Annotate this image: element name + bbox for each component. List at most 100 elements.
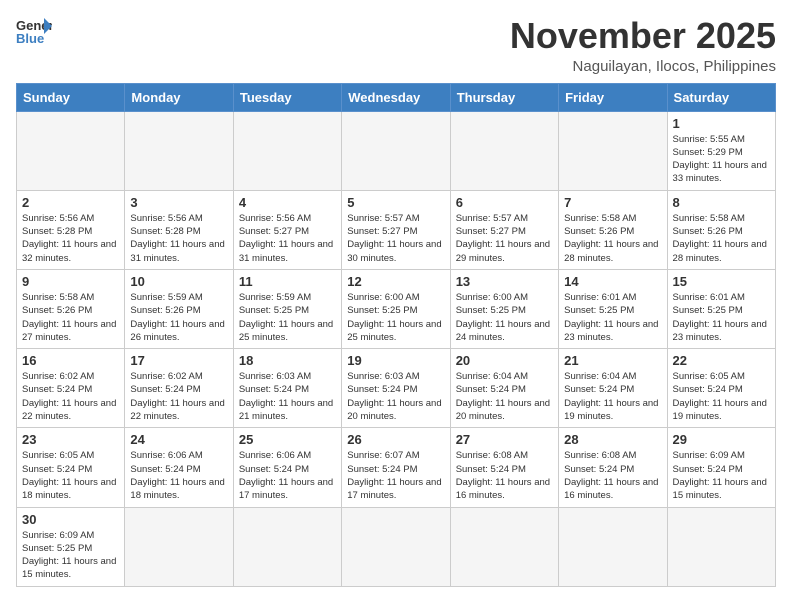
calendar: SundayMondayTuesdayWednesdayThursdayFrid… bbox=[16, 83, 776, 587]
calendar-cell bbox=[667, 507, 775, 586]
month-title: November 2025 bbox=[510, 16, 776, 56]
day-number: 9 bbox=[22, 274, 119, 289]
day-number: 10 bbox=[130, 274, 227, 289]
day-info: Sunrise: 5:56 AMSunset: 5:28 PMDaylight:… bbox=[22, 212, 119, 265]
calendar-cell bbox=[233, 111, 341, 190]
day-number: 15 bbox=[673, 274, 770, 289]
week-row-2: 9 Sunrise: 5:58 AMSunset: 5:26 PMDaylight… bbox=[17, 269, 776, 348]
day-number: 29 bbox=[673, 432, 770, 447]
day-info: Sunrise: 5:59 AMSunset: 5:26 PMDaylight:… bbox=[130, 291, 227, 344]
day-number: 30 bbox=[22, 512, 119, 527]
calendar-cell: 30 Sunrise: 6:09 AMSunset: 5:25 PMDayligh… bbox=[17, 507, 125, 586]
calendar-cell: 6 Sunrise: 5:57 AMSunset: 5:27 PMDaylight… bbox=[450, 190, 558, 269]
day-number: 23 bbox=[22, 432, 119, 447]
calendar-cell: 28Sunrise: 6:08 AMSunset: 5:24 PMDayligh… bbox=[559, 428, 667, 507]
day-number: 24 bbox=[130, 432, 227, 447]
calendar-cell: 11 Sunrise: 5:59 AMSunset: 5:25 PMDayligh… bbox=[233, 269, 341, 348]
svg-text:Blue: Blue bbox=[16, 31, 44, 46]
day-number: 2 bbox=[22, 195, 119, 210]
day-number: 27 bbox=[456, 432, 553, 447]
calendar-cell: 10 Sunrise: 5:59 AMSunset: 5:26 PMDayligh… bbox=[125, 269, 233, 348]
day-number: 5 bbox=[347, 195, 444, 210]
title-section: November 2025 Naguilayan, Ilocos, Philip… bbox=[510, 16, 776, 75]
calendar-cell: 2 Sunrise: 5:56 AMSunset: 5:28 PMDaylight… bbox=[17, 190, 125, 269]
day-info: Sunrise: 6:01 AMSunset: 5:25 PMDaylight:… bbox=[673, 291, 770, 344]
day-info: Sunrise: 6:00 AMSunset: 5:25 PMDaylight:… bbox=[456, 291, 553, 344]
day-number: 19 bbox=[347, 353, 444, 368]
day-info: Sunrise: 6:02 AMSunset: 5:24 PMDaylight:… bbox=[130, 370, 227, 423]
weekday-header-saturday: Saturday bbox=[667, 83, 775, 111]
week-row-5: 30 Sunrise: 6:09 AMSunset: 5:25 PMDayligh… bbox=[17, 507, 776, 586]
day-number: 3 bbox=[130, 195, 227, 210]
day-number: 6 bbox=[456, 195, 553, 210]
calendar-cell: 17 Sunrise: 6:02 AMSunset: 5:24 PMDayligh… bbox=[125, 349, 233, 428]
day-number: 25 bbox=[239, 432, 336, 447]
day-info: Sunrise: 5:56 AMSunset: 5:28 PMDaylight:… bbox=[130, 212, 227, 265]
weekday-header-sunday: Sunday bbox=[17, 83, 125, 111]
calendar-cell: 21Sunrise: 6:04 AMSunset: 5:24 PMDayligh… bbox=[559, 349, 667, 428]
day-info: Sunrise: 6:04 AMSunset: 5:24 PMDaylight:… bbox=[564, 370, 661, 423]
day-number: 14 bbox=[564, 274, 661, 289]
calendar-cell: 25Sunrise: 6:06 AMSunset: 5:24 PMDayligh… bbox=[233, 428, 341, 507]
calendar-cell: 27 Sunrise: 6:08 AMSunset: 5:24 PMDayligh… bbox=[450, 428, 558, 507]
day-number: 11 bbox=[239, 274, 336, 289]
day-number: 20 bbox=[456, 353, 553, 368]
day-info: Sunrise: 6:05 AMSunset: 5:24 PMDaylight:… bbox=[673, 370, 770, 423]
day-number: 1 bbox=[673, 116, 770, 131]
day-info: Sunrise: 5:58 AMSunset: 5:26 PMDaylight:… bbox=[673, 212, 770, 265]
weekday-header-row: SundayMondayTuesdayWednesdayThursdayFrid… bbox=[17, 83, 776, 111]
day-info: Sunrise: 6:08 AMSunset: 5:24 PMDaylight:… bbox=[456, 449, 553, 502]
header: General Blue November 2025 Naguilayan, I… bbox=[16, 16, 776, 75]
calendar-cell bbox=[233, 507, 341, 586]
day-number: 8 bbox=[673, 195, 770, 210]
calendar-cell: 4Sunrise: 5:56 AMSunset: 5:27 PMDaylight… bbox=[233, 190, 341, 269]
calendar-cell bbox=[450, 507, 558, 586]
day-number: 4 bbox=[239, 195, 336, 210]
weekday-header-thursday: Thursday bbox=[450, 83, 558, 111]
week-row-4: 23 Sunrise: 6:05 AMSunset: 5:24 PMDayligh… bbox=[17, 428, 776, 507]
calendar-cell bbox=[559, 507, 667, 586]
calendar-cell: 1 Sunrise: 5:55 AMSunset: 5:29 PMDaylight… bbox=[667, 111, 775, 190]
day-info: Sunrise: 6:09 AMSunset: 5:25 PMDaylight:… bbox=[22, 529, 119, 582]
calendar-cell: 24 Sunrise: 6:06 AMSunset: 5:24 PMDayligh… bbox=[125, 428, 233, 507]
calendar-cell bbox=[450, 111, 558, 190]
day-info: Sunrise: 5:59 AMSunset: 5:25 PMDaylight:… bbox=[239, 291, 336, 344]
calendar-cell: 14Sunrise: 6:01 AMSunset: 5:25 PMDayligh… bbox=[559, 269, 667, 348]
day-number: 22 bbox=[673, 353, 770, 368]
logo-icon: General Blue bbox=[16, 16, 52, 46]
day-info: Sunrise: 6:02 AMSunset: 5:24 PMDaylight:… bbox=[22, 370, 119, 423]
calendar-cell: 12Sunrise: 6:00 AMSunset: 5:25 PMDayligh… bbox=[342, 269, 450, 348]
calendar-cell: 18Sunrise: 6:03 AMSunset: 5:24 PMDayligh… bbox=[233, 349, 341, 428]
calendar-cell: 19 Sunrise: 6:03 AMSunset: 5:24 PMDayligh… bbox=[342, 349, 450, 428]
calendar-cell: 23 Sunrise: 6:05 AMSunset: 5:24 PMDayligh… bbox=[17, 428, 125, 507]
day-info: Sunrise: 6:05 AMSunset: 5:24 PMDaylight:… bbox=[22, 449, 119, 502]
calendar-cell: 7 Sunrise: 5:58 AMSunset: 5:26 PMDaylight… bbox=[559, 190, 667, 269]
day-info: Sunrise: 6:03 AMSunset: 5:24 PMDaylight:… bbox=[347, 370, 444, 423]
day-info: Sunrise: 6:08 AMSunset: 5:24 PMDaylight:… bbox=[564, 449, 661, 502]
location-title: Naguilayan, Ilocos, Philippines bbox=[510, 58, 776, 75]
day-info: Sunrise: 5:58 AMSunset: 5:26 PMDaylight:… bbox=[564, 212, 661, 265]
calendar-cell bbox=[125, 111, 233, 190]
day-number: 26 bbox=[347, 432, 444, 447]
calendar-cell bbox=[342, 111, 450, 190]
day-info: Sunrise: 6:00 AMSunset: 5:25 PMDaylight:… bbox=[347, 291, 444, 344]
calendar-cell: 9 Sunrise: 5:58 AMSunset: 5:26 PMDaylight… bbox=[17, 269, 125, 348]
calendar-cell: 15 Sunrise: 6:01 AMSunset: 5:25 PMDayligh… bbox=[667, 269, 775, 348]
day-number: 7 bbox=[564, 195, 661, 210]
logo: General Blue bbox=[16, 16, 52, 46]
calendar-cell bbox=[342, 507, 450, 586]
day-info: Sunrise: 5:57 AMSunset: 5:27 PMDaylight:… bbox=[456, 212, 553, 265]
day-info: Sunrise: 5:58 AMSunset: 5:26 PMDaylight:… bbox=[22, 291, 119, 344]
day-info: Sunrise: 6:09 AMSunset: 5:24 PMDaylight:… bbox=[673, 449, 770, 502]
day-number: 16 bbox=[22, 353, 119, 368]
weekday-header-friday: Friday bbox=[559, 83, 667, 111]
calendar-cell bbox=[559, 111, 667, 190]
day-info: Sunrise: 5:55 AMSunset: 5:29 PMDaylight:… bbox=[673, 133, 770, 186]
day-info: Sunrise: 5:57 AMSunset: 5:27 PMDaylight:… bbox=[347, 212, 444, 265]
day-info: Sunrise: 6:06 AMSunset: 5:24 PMDaylight:… bbox=[130, 449, 227, 502]
calendar-cell bbox=[125, 507, 233, 586]
day-number: 17 bbox=[130, 353, 227, 368]
calendar-cell: 22 Sunrise: 6:05 AMSunset: 5:24 PMDayligh… bbox=[667, 349, 775, 428]
weekday-header-monday: Monday bbox=[125, 83, 233, 111]
calendar-cell: 20Sunrise: 6:04 AMSunset: 5:24 PMDayligh… bbox=[450, 349, 558, 428]
